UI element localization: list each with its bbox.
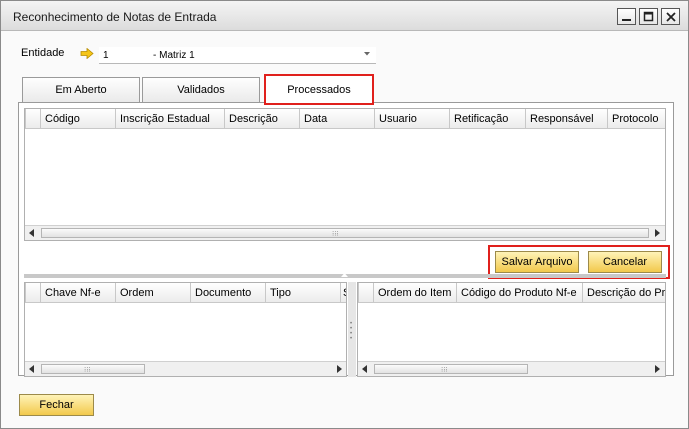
column-header-descricao-produto[interactable]: Descrição do Pro — [582, 283, 665, 303]
grid-header: Ordem do Item Código do Produto Nf-e Des… — [358, 283, 665, 303]
maximize-button[interactable] — [639, 8, 658, 25]
horizontal-scrollbar[interactable]: ⁝⁝⁝ — [25, 225, 665, 240]
tab-processados[interactable]: Processados — [264, 74, 374, 105]
horizontal-scrollbar[interactable]: ⁝⁝⁝ — [25, 361, 346, 376]
splitter-arrow-icon[interactable] — [341, 273, 348, 278]
grip-icon: ⁝⁝⁝ — [332, 231, 339, 238]
column-header-truncated[interactable]: S — [340, 283, 346, 303]
grip-icon: • • • • — [350, 321, 353, 342]
column-header-chave-nfe[interactable]: Chave Nf-e — [40, 283, 115, 303]
column-header-tipo[interactable]: Tipo — [265, 283, 340, 303]
scroll-right-icon[interactable] — [337, 365, 343, 373]
cancel-button[interactable]: Cancelar — [588, 251, 662, 273]
column-header-ordem-do-item[interactable]: Ordem do Item — [373, 283, 456, 303]
tab-validados[interactable]: Validados — [142, 77, 260, 102]
column-header-usuario[interactable]: Usuario — [374, 109, 449, 129]
close-button[interactable]: Fechar — [19, 394, 94, 416]
entity-label: Entidade — [21, 47, 65, 59]
vertical-splitter[interactable]: • • • • — [348, 282, 356, 377]
close-icon — [666, 12, 676, 22]
grip-icon: ⁝⁝⁝ — [441, 367, 448, 374]
scrollbar-thumb[interactable]: ⁝⁝⁝ — [41, 228, 649, 238]
scroll-right-icon[interactable] — [655, 365, 661, 373]
column-header-data[interactable]: Data — [299, 109, 374, 129]
grip-icon: ⁝⁝⁝ — [84, 367, 91, 374]
column-header-protocolo[interactable]: Protocolo — [607, 109, 665, 129]
column-header-ordem[interactable]: Ordem — [115, 283, 190, 303]
column-header-documento[interactable]: Documento — [190, 283, 265, 303]
nfe-keys-grid[interactable]: Chave Nf-e Ordem Documento Tipo S ⁝⁝⁝ — [24, 282, 347, 377]
row-selector-header[interactable] — [25, 283, 40, 303]
scrollbar-thumb[interactable]: ⁝⁝⁝ — [374, 364, 528, 374]
save-file-button[interactable]: Salvar Arquivo — [495, 251, 579, 273]
minimize-button[interactable] — [617, 8, 636, 25]
scroll-left-icon[interactable] — [29, 229, 35, 237]
column-header-codigo[interactable]: Código — [40, 109, 115, 129]
entity-code: 1 — [103, 50, 109, 61]
column-header-codigo-produto-nfe[interactable]: Código do Produto Nf-e — [456, 283, 582, 303]
link-arrow-icon[interactable] — [80, 48, 94, 59]
scrollbar-thumb[interactable]: ⁝⁝⁝ — [41, 364, 145, 374]
close-window-button[interactable] — [661, 8, 680, 25]
column-header-responsavel[interactable]: Responsável — [525, 109, 607, 129]
tab-em-aberto[interactable]: Em Aberto — [22, 77, 140, 102]
row-selector-header[interactable] — [358, 283, 373, 303]
scroll-right-icon[interactable] — [655, 229, 661, 237]
column-header-inscricao-estadual[interactable]: Inscrição Estadual — [115, 109, 224, 129]
row-selector-header[interactable] — [25, 109, 40, 129]
entity-name: - Matriz 1 — [153, 50, 195, 61]
scroll-left-icon[interactable] — [29, 365, 35, 373]
chevron-down-icon[interactable] — [363, 51, 371, 57]
window-title: Reconhecimento de Notas de Entrada — [13, 10, 217, 24]
scroll-left-icon[interactable] — [362, 365, 368, 373]
column-header-descricao[interactable]: Descrição — [224, 109, 299, 129]
processed-notes-grid[interactable]: Código Inscrição Estadual Descrição Data… — [24, 108, 666, 241]
grid-header: Código Inscrição Estadual Descrição Data… — [25, 109, 665, 129]
grid-header: Chave Nf-e Ordem Documento Tipo S — [25, 283, 346, 303]
horizontal-scrollbar[interactable]: ⁝⁝⁝ — [358, 361, 665, 376]
maximize-icon — [643, 11, 654, 22]
column-header-retificacao[interactable]: Retificação — [449, 109, 525, 129]
items-grid[interactable]: Ordem do Item Código do Produto Nf-e Des… — [357, 282, 666, 377]
minimize-icon — [622, 19, 631, 21]
entity-select[interactable]: 1 - Matriz 1 — [99, 47, 376, 64]
title-bar[interactable]: Reconhecimento de Notas de Entrada — [1, 1, 688, 31]
main-window: Reconhecimento de Notas de Entrada Entid… — [0, 0, 689, 429]
